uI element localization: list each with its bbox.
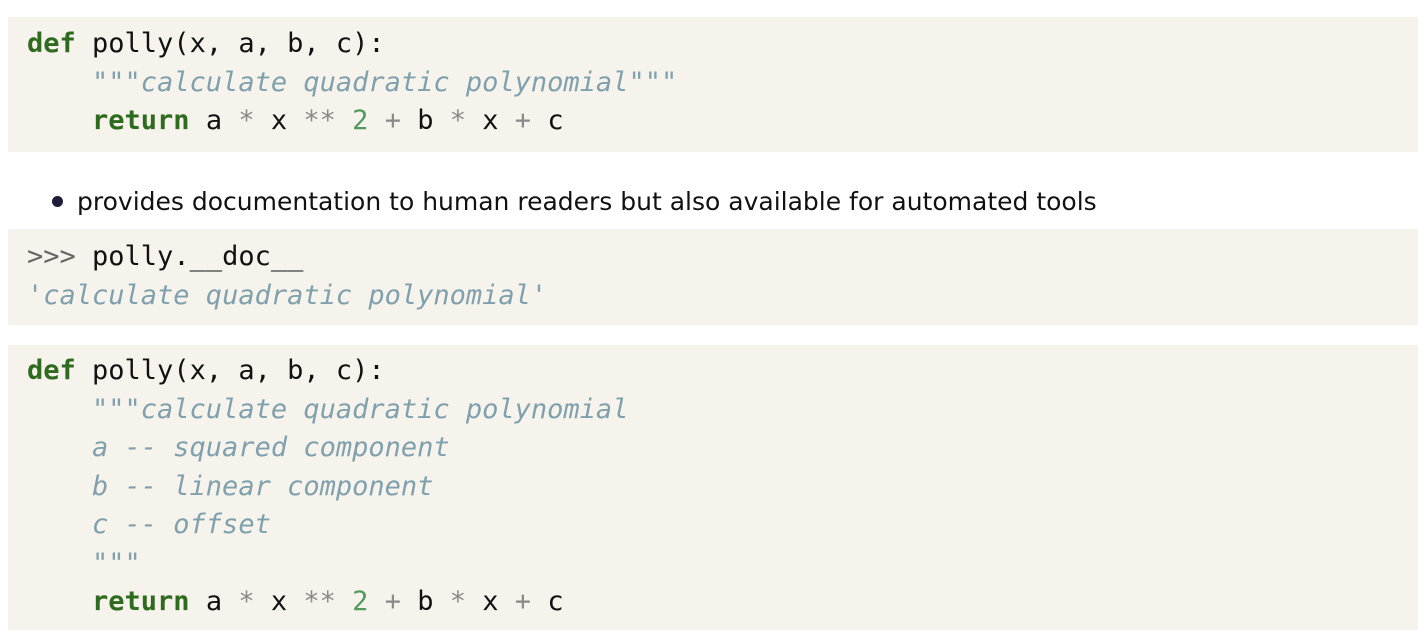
repl-output: 'calculate quadratic polynomial' (27, 279, 548, 311)
operator: + (514, 105, 532, 136)
operator: + (514, 586, 532, 617)
code-block-function-definition-detailed: def polly(x, a, b, c): """calculate quadr… (8, 345, 1418, 630)
code-line: def polly(x, a, b, c): (27, 352, 1418, 391)
number-literal: 2 (352, 586, 369, 617)
code-line: return a * x ** 2 + b * x + c (27, 583, 1418, 622)
code-line: def polly(x, a, b, c): (27, 25, 1418, 64)
operator: + (384, 586, 401, 617)
operator: * (238, 586, 255, 617)
code-token: a (189, 105, 239, 136)
code-line: 'calculate quadratic polynomial' (27, 277, 1418, 316)
keyword-return: return (92, 586, 190, 617)
bullet-item: provides documentation to human readers … (52, 183, 1097, 219)
repl-prompt: >>> (27, 241, 76, 272)
operator: ** (303, 105, 336, 136)
docstring-line: """ (92, 547, 141, 579)
keyword-def: def (27, 28, 76, 59)
code-token: a (189, 586, 239, 617)
code-line: a -- squared component (27, 429, 1418, 468)
operator: * (449, 586, 467, 617)
code-line: """calculate quadratic polynomial""" (27, 64, 1418, 103)
code-token: x (254, 105, 304, 136)
keyword-return: return (92, 105, 190, 136)
operator: + (384, 105, 401, 136)
code-token: c (531, 105, 564, 136)
operator: * (238, 105, 255, 136)
code-line: """calculate quadratic polynomial (27, 391, 1418, 430)
code-line: """ (27, 545, 1418, 584)
docstring: """calculate quadratic polynomial""" (92, 66, 678, 98)
docstring-line: """calculate quadratic polynomial (92, 393, 629, 425)
code-token: b (400, 105, 450, 136)
operator: ** (303, 586, 336, 617)
docstring-line: b -- linear component (92, 470, 434, 502)
number-literal: 2 (352, 105, 369, 136)
function-signature: polly(x, a, b, c): (75, 355, 385, 386)
code-line: >>> polly.__doc__ (27, 238, 1418, 277)
repl-input: polly.__doc__ (75, 241, 304, 272)
code-block-function-definition: def polly(x, a, b, c): """calculate quadr… (8, 17, 1418, 152)
code-block-interactive-session: >>> polly.__doc__'calculate quadratic po… (8, 229, 1418, 325)
code-token: x (466, 586, 515, 617)
code-token: x (466, 105, 515, 136)
function-signature: polly(x, a, b, c): (75, 28, 385, 59)
bullet-text: provides documentation to human readers … (77, 186, 1097, 216)
bullet-icon (52, 195, 63, 207)
code-line: c -- offset (27, 506, 1418, 545)
code-token: b (400, 586, 450, 617)
operator: * (449, 105, 467, 136)
docstring-line: a -- squared component (92, 432, 450, 463)
docstring-line: c -- offset (92, 509, 271, 540)
code-line: return a * x ** 2 + b * x + c (27, 102, 1418, 141)
code-line: b -- linear component (27, 468, 1418, 507)
code-token: c (531, 586, 564, 617)
keyword-def: def (27, 355, 76, 386)
code-token: x (254, 586, 304, 617)
